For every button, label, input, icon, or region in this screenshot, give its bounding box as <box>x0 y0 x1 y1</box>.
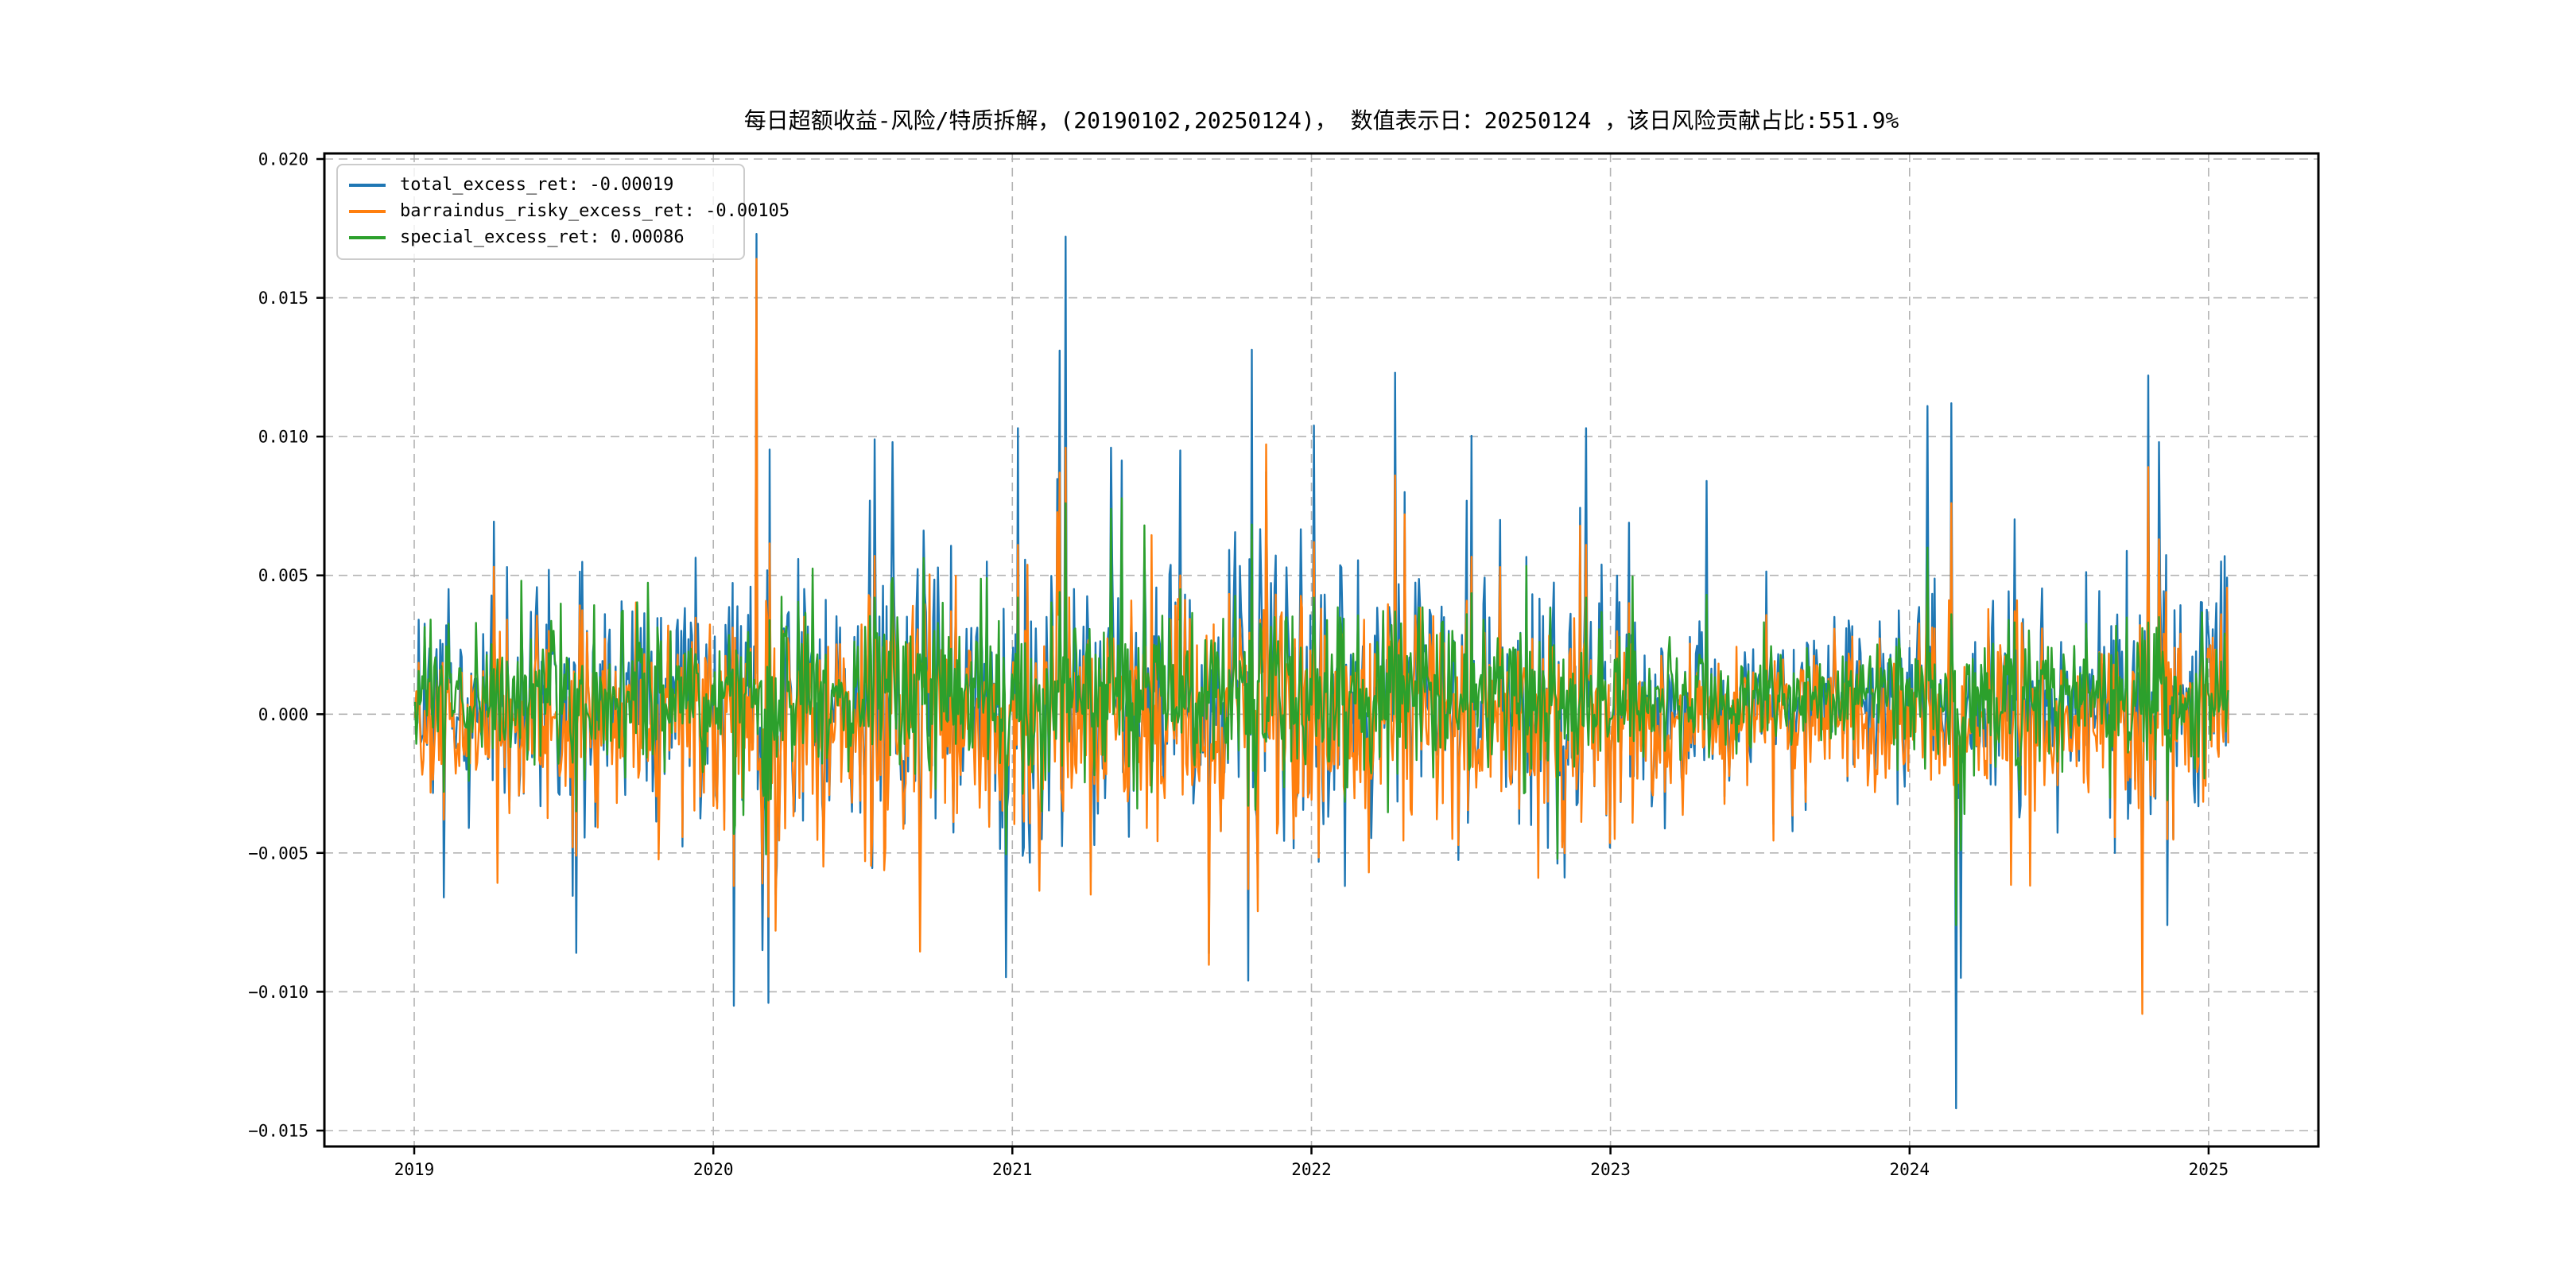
legend-item-total: total_excess_ret: -0.00019 <box>349 172 732 198</box>
legend-line-swatch <box>349 184 386 187</box>
chart-title: 每日超额收益-风险/特质拆解，(20190102,20250124)， 数值表示… <box>324 103 2318 135</box>
legend-item-special: special_excess_ret: 0.00086 <box>349 224 732 250</box>
y-tick-label: −0.005 <box>248 844 308 863</box>
legend-item-label: special_excess_ret: 0.00086 <box>400 227 685 247</box>
x-tick-label: 2025 <box>2189 1160 2229 1179</box>
legend-line-swatch <box>349 210 386 213</box>
legend-item-risky: barraindus_risky_excess_ret: -0.00105 <box>349 198 732 224</box>
y-tick-label: −0.015 <box>248 1122 308 1141</box>
x-tick-label: 2019 <box>394 1160 435 1179</box>
legend: total_excess_ret: -0.00019 barraindus_ri… <box>336 164 745 260</box>
legend-item-label: total_excess_ret: -0.00019 <box>400 175 673 195</box>
y-tick-label: −0.010 <box>248 983 308 1002</box>
legend-item-label: barraindus_risky_excess_ret: -0.00105 <box>400 201 789 221</box>
series-layer <box>415 234 2229 1108</box>
x-tick-label: 2023 <box>1590 1160 1631 1179</box>
y-tick-label: 0.015 <box>258 289 308 308</box>
figure-canvas: 每日超额收益-风险/特质拆解，(20190102,20250124)， 数值表示… <box>0 0 2576 1288</box>
y-tick-label: 0.010 <box>258 428 308 447</box>
legend-line-swatch <box>349 236 386 239</box>
y-tick-label: 0.005 <box>258 566 308 585</box>
x-tick-label: 2022 <box>1291 1160 1332 1179</box>
x-tick-label: 2021 <box>992 1160 1033 1179</box>
x-tick-label: 2024 <box>1890 1160 1930 1179</box>
y-tick-label: 0.000 <box>258 705 308 724</box>
y-tick-label: 0.020 <box>258 150 308 169</box>
x-tick-label: 2020 <box>693 1160 734 1179</box>
